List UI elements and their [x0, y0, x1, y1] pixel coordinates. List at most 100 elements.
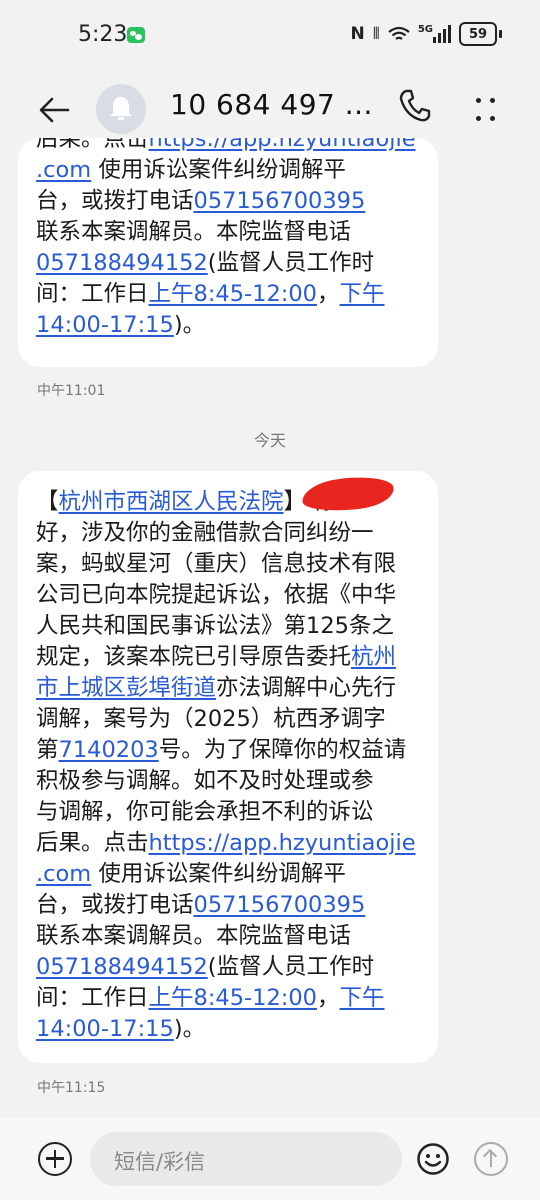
message-text: 后果。点击https://app.hzyuntiaojie .com 使用诉讼案件… — [36, 138, 422, 341]
add-icon[interactable] — [38, 1142, 72, 1176]
message-text-segment: 台，或拨打电话 — [36, 188, 194, 214]
message-line: 057188494152(监督人员工作时 — [36, 248, 422, 279]
message-line: 联系本案调解员。本院监督电话 — [36, 217, 422, 248]
message-line: 市上城区彭埠街道亦法调解中心先行 — [36, 673, 422, 704]
send-icon[interactable] — [474, 1142, 508, 1176]
message-line: 后果。点击https://app.hzyuntiaojie — [36, 828, 422, 859]
conversation-header: 10 684 497 ... — [0, 72, 540, 148]
message-line: 规定，该案本院已引导原告委托杭州 — [36, 642, 422, 673]
message-line: .com 使用诉讼案件纠纷调解平 — [36, 859, 422, 890]
message-text-segment: 间：工作日 — [36, 985, 149, 1011]
message-text-segment: 后果。点击 — [36, 138, 149, 152]
message-text-segment: )。 — [173, 1016, 206, 1042]
message-text-segment: 号。为了保障你的权益请 — [158, 737, 407, 763]
message-link[interactable]: 7140203 — [59, 737, 159, 763]
message-text-segment: 【 — [36, 489, 59, 515]
message-text-segment: 案，蚂蚁星河（重庆）信息技术有限 — [36, 551, 397, 577]
compose-bar: 短信/彩信 — [0, 1118, 540, 1200]
vibrate-icon: ⦀ — [372, 24, 380, 43]
message-link[interactable]: 市上城区彭埠街道 — [36, 675, 216, 701]
message-line: 联系本案调解员。本院监督电话 — [36, 921, 422, 952]
message-link[interactable]: 057156700395 — [194, 188, 366, 214]
message-line: 积极参与调解。如不及时处理或参 — [36, 766, 422, 797]
nfc-icon: N — [350, 24, 365, 44]
message-line: 公司已向本院提起诉讼，依据《中华 — [36, 580, 422, 611]
wechat-icon — [127, 27, 145, 43]
status-time: 5:23 — [78, 22, 128, 47]
message-text-segment: 与调解，你可能会承担不利的诉讼 — [36, 799, 374, 825]
message-line: 好，涉及你的金融借款合同纠纷一 — [36, 518, 422, 549]
message-input[interactable]: 短信/彩信 — [90, 1132, 402, 1186]
message-line: 台，或拨打电话057156700395 — [36, 890, 422, 921]
status-bar: 5:23 N ⦀ 5G 59 — [0, 0, 540, 72]
back-arrow-icon[interactable] — [34, 90, 74, 130]
message-line: 14:00-17:15)。 — [36, 1014, 422, 1045]
message-link[interactable]: 057156700395 — [194, 892, 366, 918]
battery-level: 59 — [468, 26, 488, 42]
bell-icon — [110, 97, 132, 120]
message-text-segment: 使用诉讼案件纠纷调解平 — [91, 861, 346, 887]
signal-icon — [433, 25, 451, 43]
message-text-segment: )。 — [173, 312, 206, 338]
message-timestamp: 中午11:15 — [37, 1080, 106, 1096]
network-type: 5G — [417, 24, 433, 35]
message-text-segment: 好，涉及你的金融借款合同纠纷一 — [36, 520, 374, 546]
message-line: 间：工作日上午8:45-12:00，下午 — [36, 983, 422, 1014]
message-link[interactable]: https://app.hzyuntiaojie — [149, 830, 416, 856]
message-text-segment: 亦法调解中心先行 — [216, 675, 397, 701]
message-text-segment: 调解，案号为（2025）杭西矛调字 — [36, 706, 386, 732]
message-text: 【杭州市西湖区人民法院】 你好，涉及你的金融借款合同纠纷一案，蚂蚁星河（重庆）信… — [36, 487, 422, 1045]
message-link[interactable]: 14:00-17:15 — [36, 312, 174, 338]
message-link[interactable]: 下午 — [340, 281, 385, 307]
message-link[interactable]: 杭州市西湖区人民法院 — [59, 489, 284, 515]
input-placeholder: 短信/彩信 — [114, 1150, 206, 1174]
message-text-segment: 间：工作日 — [36, 281, 149, 307]
message-bubble[interactable]: 后果。点击https://app.hzyuntiaojie .com 使用诉讼案件… — [18, 138, 438, 367]
message-text-segment: 规定，该案本院已引导原告委托 — [36, 644, 352, 670]
message-text-segment: (监督人员工作时 — [207, 250, 375, 276]
message-text-segment: 台，或拨打电话 — [36, 892, 194, 918]
message-text-segment: 公司已向本院提起诉讼，依据《中华 — [36, 582, 397, 608]
avatar[interactable] — [96, 84, 146, 134]
message-text-segment: 积极参与调解。如不及时处理或参 — [36, 768, 374, 794]
phone-icon[interactable] — [398, 88, 432, 128]
message-line: 第7140203号。为了保障你的权益请 — [36, 735, 422, 766]
message-text-segment: 使用诉讼案件纠纷调解平 — [91, 157, 346, 183]
message-text-segment: 联系本案调解员。本院监督电话 — [36, 219, 352, 245]
message-link[interactable]: https://app.hzyuntiaojie — [149, 138, 416, 152]
message-link[interactable]: 14:00-17:15 — [36, 1016, 174, 1042]
message-line: 调解，案号为（2025）杭西矛调字 — [36, 704, 422, 735]
battery-icon: 59 — [459, 22, 497, 46]
more-dots-icon[interactable] — [474, 90, 500, 130]
emoji-icon[interactable] — [416, 1142, 450, 1180]
message-link[interactable]: 057188494152 — [36, 250, 208, 276]
message-line: 案，蚂蚁星河（重庆）信息技术有限 — [36, 549, 422, 580]
message-line: 后果。点击https://app.hzyuntiaojie — [36, 138, 422, 155]
message-link[interactable]: 杭州 — [351, 644, 396, 670]
message-timestamp: 中午11:01 — [37, 383, 106, 399]
message-link[interactable]: 上午8:45-12:00 — [149, 985, 318, 1011]
message-line: .com 使用诉讼案件纠纷调解平 — [36, 155, 422, 186]
message-bubble[interactable]: 【杭州市西湖区人民法院】 你好，涉及你的金融借款合同纠纷一案，蚂蚁星河（重庆）信… — [18, 471, 438, 1063]
message-line: 人民共和国民事诉讼法》第125条之 — [36, 611, 422, 642]
message-line: 14:00-17:15)。 — [36, 310, 422, 341]
message-line: 057188494152(监督人员工作时 — [36, 952, 422, 983]
message-text-segment: 后果。点击 — [36, 830, 149, 856]
message-link[interactable]: 057188494152 — [36, 954, 208, 980]
message-text-segment: ， — [317, 985, 340, 1011]
message-link[interactable]: 下午 — [340, 985, 385, 1011]
day-divider: 今天 — [253, 431, 286, 450]
message-link[interactable]: 上午8:45-12:00 — [149, 281, 318, 307]
message-line: 与调解，你可能会承担不利的诉讼 — [36, 797, 422, 828]
message-text-segment: 第 — [36, 737, 59, 763]
message-text-segment: ， — [317, 281, 340, 307]
message-text-segment: (监督人员工作时 — [207, 954, 375, 980]
wifi-icon — [388, 26, 410, 40]
message-line: 台，或拨打电话057156700395 — [36, 186, 422, 217]
message-link[interactable]: .com — [36, 157, 91, 183]
message-link[interactable]: .com — [36, 861, 91, 887]
system-icons: N ⦀ 5G 59 — [351, 22, 502, 46]
conversation-title[interactable]: 10 684 497 ... — [170, 88, 373, 121]
message-text-segment: 联系本案调解员。本院监督电话 — [36, 923, 352, 949]
message-text-segment: 人民共和国民事诉讼法》第125条之 — [36, 613, 394, 639]
